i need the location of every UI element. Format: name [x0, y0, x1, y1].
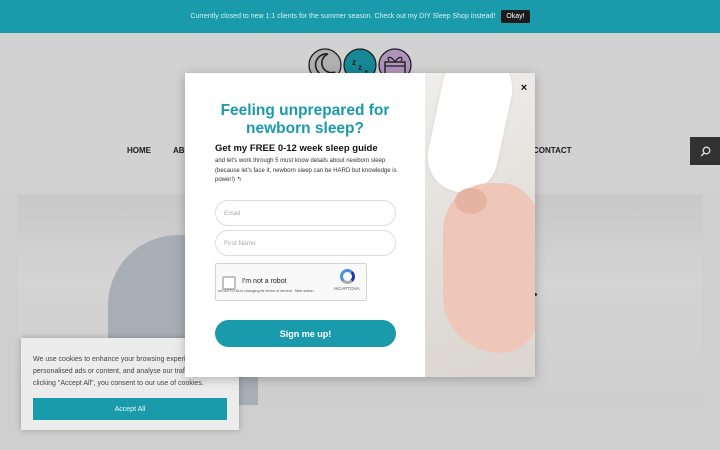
email-field[interactable]: Email — [215, 200, 396, 226]
modal-subtitle: Get my FREE 0-12 week sleep guide — [215, 143, 378, 154]
recaptcha-terms-link[interactable]: reCAPTCHA is changing its terms of servi… — [218, 289, 315, 294]
recaptcha-brand: reCAPTCHA — [334, 286, 360, 291]
email-placeholder: Email — [224, 209, 241, 217]
newborn-photo — [425, 73, 535, 377]
newsletter-modal: × Feeling unprepared for newborn sleep? … — [185, 73, 535, 377]
announcement-bar: Currently closed to new 1:1 clients for … — [0, 0, 720, 33]
announcement-text: Currently closed to new 1:1 clients for … — [190, 13, 496, 20]
sign-up-button[interactable]: Sign me up! — [215, 320, 396, 347]
first-name-placeholder: First Name — [224, 239, 256, 247]
photo-sleeve — [425, 73, 519, 199]
recaptcha-widget: I'm not a robot reCAPTCHA reCAPTCHA is c… — [215, 263, 367, 301]
modal-description: and let's work through 5 must know detai… — [215, 158, 397, 183]
photo-hand — [455, 188, 487, 214]
photo-baby — [443, 183, 535, 353]
recaptcha-label: I'm not a robot — [242, 278, 287, 285]
recaptcha-logo-icon — [340, 269, 355, 284]
recaptcha-checkbox[interactable] — [222, 276, 236, 290]
announcement-okay-button[interactable]: Okay! — [501, 10, 530, 23]
accept-all-button[interactable]: Accept All — [33, 398, 227, 420]
close-icon[interactable]: × — [519, 82, 529, 94]
first-name-field[interactable]: First Name — [215, 230, 396, 256]
modal-title: Feeling unprepared for newborn sleep? — [220, 102, 390, 137]
